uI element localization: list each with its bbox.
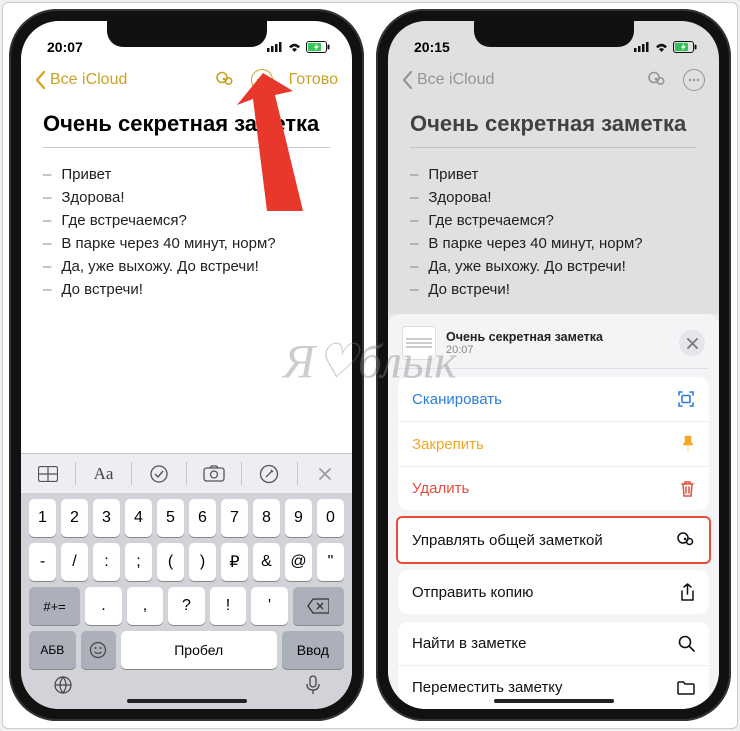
back-button[interactable]: Все iCloud [35,71,127,89]
done-button[interactable]: Готово [289,71,338,89]
notch [107,21,267,47]
key[interactable]: ( [157,543,184,581]
folder-icon [677,680,695,695]
format-button[interactable]: Aa [76,454,130,493]
action-delete[interactable]: Удалить [398,466,709,510]
back-label: Все iCloud [50,71,127,89]
close-button[interactable] [679,330,705,356]
globe-icon[interactable] [53,675,73,701]
table-icon[interactable] [21,454,75,493]
action-scan[interactable]: Сканировать [398,377,709,421]
key[interactable]: @ [285,543,312,581]
action-send-copy[interactable]: Отправить копию [398,570,709,614]
key[interactable]: 0 [317,499,344,537]
space-key[interactable]: Пробел [121,631,277,669]
enter-key[interactable]: Ввод [282,631,344,669]
home-indicator[interactable] [127,699,247,703]
key-symbols-switch[interactable]: #+= [29,587,80,625]
backspace-key[interactable] [293,587,344,625]
home-indicator[interactable] [494,699,614,703]
divider [43,147,330,148]
action-find[interactable]: Найти в заметке [398,622,709,665]
key[interactable]: 5 [157,499,184,537]
key[interactable]: 4 [125,499,152,537]
collaborate-icon [675,531,695,549]
pin-icon [681,435,695,453]
phone-left: 20:07 Вс [9,9,364,721]
note-line: –До встречи! [43,281,330,298]
share-icon [680,583,695,601]
markup-icon[interactable] [242,454,296,493]
key[interactable]: ! [210,587,247,625]
key[interactable]: - [29,543,56,581]
sheet-backdrop[interactable] [388,21,719,314]
note-line: –Здорова! [43,189,330,206]
keyboard[interactable]: 1 2 3 4 5 6 7 8 9 0 - / : ; ( ) [21,493,352,709]
key[interactable]: 1 [29,499,56,537]
chevron-left-icon [35,71,46,89]
note-title: Очень секретная заметка [43,111,330,137]
key[interactable]: & [253,543,280,581]
wifi-icon [287,42,302,53]
key[interactable]: ; [125,543,152,581]
key[interactable]: ? [168,587,205,625]
key[interactable]: 9 [285,499,312,537]
note-thumbnail-icon [402,326,436,360]
scan-icon [677,390,695,408]
sheet-title: Очень секретная заметка [446,330,603,344]
action-sheet: Очень секретная заметка 20:07 Сканироват… [388,314,719,709]
note-line: –Где встречаемся? [43,212,330,229]
note-line: –Привет [43,166,330,183]
key[interactable]: 6 [189,499,216,537]
action-label: Сканировать [412,391,502,408]
action-label: Переместить заметку [412,679,563,696]
search-icon [678,635,695,652]
note-body[interactable]: Очень секретная заметка –Привет –Здорова… [21,101,352,453]
key[interactable]: " [317,543,344,581]
abc-key[interactable]: АБВ [29,631,76,669]
mic-icon[interactable] [306,675,320,701]
signal-icon [267,42,283,52]
key[interactable]: ₽ [221,543,248,581]
key[interactable]: : [93,543,120,581]
trash-icon [680,480,695,497]
note-line: –В парке через 40 минут, норм? [43,235,330,252]
key[interactable]: ' [251,587,288,625]
note-line: –Да, уже выхожу. До встречи! [43,258,330,275]
key[interactable]: 2 [61,499,88,537]
sheet-header: Очень секретная заметка 20:07 [398,324,709,369]
sheet-subtime: 20:07 [446,344,603,356]
action-pin[interactable]: Закрепить [398,421,709,466]
nav-bar: Все iCloud Готово [21,59,352,101]
battery-icon [306,41,330,53]
status-time: 20:07 [47,39,83,55]
action-label: Управлять общей заметкой [412,532,603,549]
action-label: Закрепить [412,436,484,453]
checklist-icon[interactable] [132,454,186,493]
action-label: Найти в заметке [412,635,526,652]
camera-icon[interactable] [187,454,241,493]
key[interactable]: 3 [93,499,120,537]
key[interactable]: , [127,587,164,625]
key[interactable]: 7 [221,499,248,537]
key[interactable]: 8 [253,499,280,537]
close-keyboard-icon[interactable] [298,454,352,493]
key[interactable]: / [61,543,88,581]
action-manage-shared[interactable]: Управлять общей заметкой [398,518,709,562]
emoji-key[interactable] [81,631,116,669]
collaborate-icon[interactable] [213,69,235,91]
keyboard-toolbar: Aa [21,453,352,493]
action-label: Отправить копию [412,584,533,601]
key[interactable]: . [85,587,122,625]
more-button[interactable] [251,69,273,91]
notch [474,21,634,47]
phone-right: 20:15 Все iCloud Очень секретная [376,9,731,721]
action-label: Удалить [412,480,469,497]
key[interactable]: ) [189,543,216,581]
